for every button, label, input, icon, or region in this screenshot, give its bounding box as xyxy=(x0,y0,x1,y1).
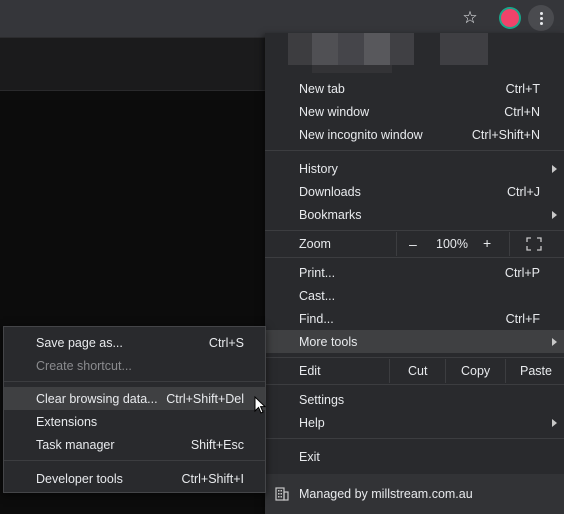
zoom-out-button[interactable]: – xyxy=(409,236,417,252)
menu-item-bookmarks[interactable]: Bookmarks xyxy=(265,203,564,226)
menu-item-shortcut: Ctrl+P xyxy=(504,265,540,280)
submenu-item-developer-tools[interactable]: Developer tools Ctrl+Shift+I xyxy=(4,467,265,490)
menu-item-label: Exit xyxy=(299,449,320,464)
menu-separator xyxy=(265,150,564,151)
building-icon xyxy=(275,487,289,501)
menu-item-help[interactable]: Help xyxy=(265,411,564,434)
menu-item-label: New tab xyxy=(299,81,345,96)
menu-item-shortcut: Ctrl+Shift+Del xyxy=(166,391,244,406)
zoom-divider xyxy=(509,232,510,256)
more-tools-submenu: Save page as... Ctrl+S Create shortcut..… xyxy=(3,326,266,493)
profile-avatars-blurred xyxy=(288,33,488,73)
menu-item-shortcut: Shift+Esc xyxy=(190,437,244,452)
mouse-cursor-icon xyxy=(254,396,267,414)
zoom-level: 100% xyxy=(436,237,468,251)
menu-item-label: More tools xyxy=(299,334,358,349)
menu-item-label: Find... xyxy=(299,311,334,326)
page-divider xyxy=(0,90,300,91)
menu-separator xyxy=(4,381,265,382)
menu-item-label: Cast... xyxy=(299,288,336,303)
menu-item-exit[interactable]: Exit xyxy=(265,445,564,468)
chrome-menu: New tab Ctrl+T New window Ctrl+N New inc… xyxy=(265,33,564,514)
menu-item-downloads[interactable]: Downloads Ctrl+J xyxy=(265,180,564,203)
menu-separator xyxy=(265,357,564,358)
menu-item-new-incognito-window[interactable]: New incognito window Ctrl+Shift+N xyxy=(265,123,564,146)
menu-item-label: Save page as... xyxy=(36,335,123,350)
star-icon[interactable]: ☆ xyxy=(457,5,483,31)
menu-item-print[interactable]: Print... Ctrl+P xyxy=(265,261,564,284)
submenu-item-task-manager[interactable]: Task manager Shift+Esc xyxy=(4,433,265,456)
cut-button[interactable]: Cut xyxy=(408,364,427,378)
fullscreen-icon[interactable] xyxy=(526,237,542,251)
submenu-arrow-icon xyxy=(552,418,557,427)
zoom-divider xyxy=(396,232,397,256)
menu-item-new-tab[interactable]: New tab Ctrl+T xyxy=(265,77,564,100)
kebab-menu-icon[interactable] xyxy=(528,5,554,31)
edit-divider xyxy=(389,359,390,383)
menu-separator xyxy=(265,230,564,231)
paste-button[interactable]: Paste xyxy=(520,364,552,378)
menu-item-more-tools[interactable]: More tools xyxy=(265,330,564,353)
menu-item-label: Create shortcut... xyxy=(36,358,132,373)
submenu-item-clear-browsing-data[interactable]: Clear browsing data... Ctrl+Shift+Del xyxy=(4,387,265,410)
menu-item-cast[interactable]: Cast... xyxy=(265,284,564,307)
extension-icon[interactable] xyxy=(497,5,523,31)
menu-item-shortcut: Ctrl+Shift+N xyxy=(471,127,540,142)
menu-item-shortcut: Ctrl+N xyxy=(504,104,540,119)
menu-item-settings[interactable]: Settings xyxy=(265,388,564,411)
zoom-label: Zoom xyxy=(299,237,331,251)
menu-item-find[interactable]: Find... Ctrl+F xyxy=(265,307,564,330)
submenu-item-create-shortcut: Create shortcut... xyxy=(4,354,265,377)
copy-button[interactable]: Copy xyxy=(461,364,490,378)
submenu-arrow-icon xyxy=(552,210,557,219)
submenu-arrow-icon xyxy=(552,164,557,173)
managed-by-footer[interactable]: Managed by millstream.com.au xyxy=(265,474,564,514)
menu-item-label: New incognito window xyxy=(299,127,423,142)
menu-item-label: Extensions xyxy=(36,414,98,429)
menu-separator xyxy=(265,438,564,439)
menu-item-label: Developer tools xyxy=(36,471,123,486)
edit-row: Edit Cut Copy Paste xyxy=(265,359,564,383)
menu-separator xyxy=(265,257,564,258)
menu-item-shortcut: Ctrl+F xyxy=(505,311,540,326)
edit-divider xyxy=(445,359,446,383)
zoom-in-button[interactable]: + xyxy=(483,235,491,251)
menu-item-shortcut: Ctrl+J xyxy=(507,184,540,199)
menu-separator xyxy=(265,384,564,385)
menu-item-history[interactable]: History xyxy=(265,157,564,180)
menu-item-shortcut: Ctrl+S xyxy=(208,335,244,350)
menu-item-label: Downloads xyxy=(299,184,361,199)
menu-item-label: Help xyxy=(299,415,325,430)
browser-toolbar: ☆ xyxy=(0,0,564,37)
menu-item-label: Print... xyxy=(299,265,336,280)
page-content-area xyxy=(0,37,300,91)
managed-by-label: Managed by millstream.com.au xyxy=(299,487,473,501)
menu-item-label: Clear browsing data... xyxy=(36,391,158,406)
menu-item-label: Settings xyxy=(299,392,345,407)
zoom-row: Zoom – 100% + xyxy=(265,232,564,256)
edit-divider xyxy=(505,359,506,383)
edit-label: Edit xyxy=(299,364,321,378)
menu-item-label: Task manager xyxy=(36,437,115,452)
submenu-arrow-icon xyxy=(552,337,557,346)
menu-item-label: Bookmarks xyxy=(299,207,362,222)
menu-item-label: History xyxy=(299,161,338,176)
menu-item-shortcut: Ctrl+T xyxy=(505,81,540,96)
submenu-item-save-page-as[interactable]: Save page as... Ctrl+S xyxy=(4,331,265,354)
menu-item-label: New window xyxy=(299,104,370,119)
menu-item-shortcut: Ctrl+Shift+I xyxy=(181,471,244,486)
menu-separator xyxy=(4,460,265,461)
menu-item-new-window[interactable]: New window Ctrl+N xyxy=(265,100,564,123)
submenu-item-extensions[interactable]: Extensions xyxy=(4,410,265,433)
